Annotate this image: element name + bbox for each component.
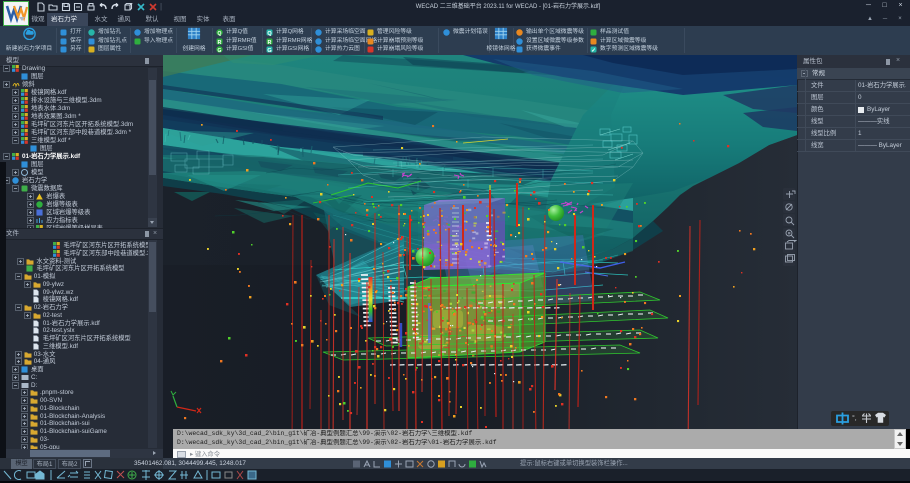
svg-text:✓: ✓ [591,48,596,53]
svg-text:R: R [268,40,272,45]
svg-text:G: G [218,48,222,53]
svg-text:R: R [218,40,222,45]
svg-text:Q: Q [267,31,272,36]
svg-text:°,: °, [852,414,857,422]
svg-text:Q: Q [218,30,222,35]
svg-text:G: G [267,48,271,53]
